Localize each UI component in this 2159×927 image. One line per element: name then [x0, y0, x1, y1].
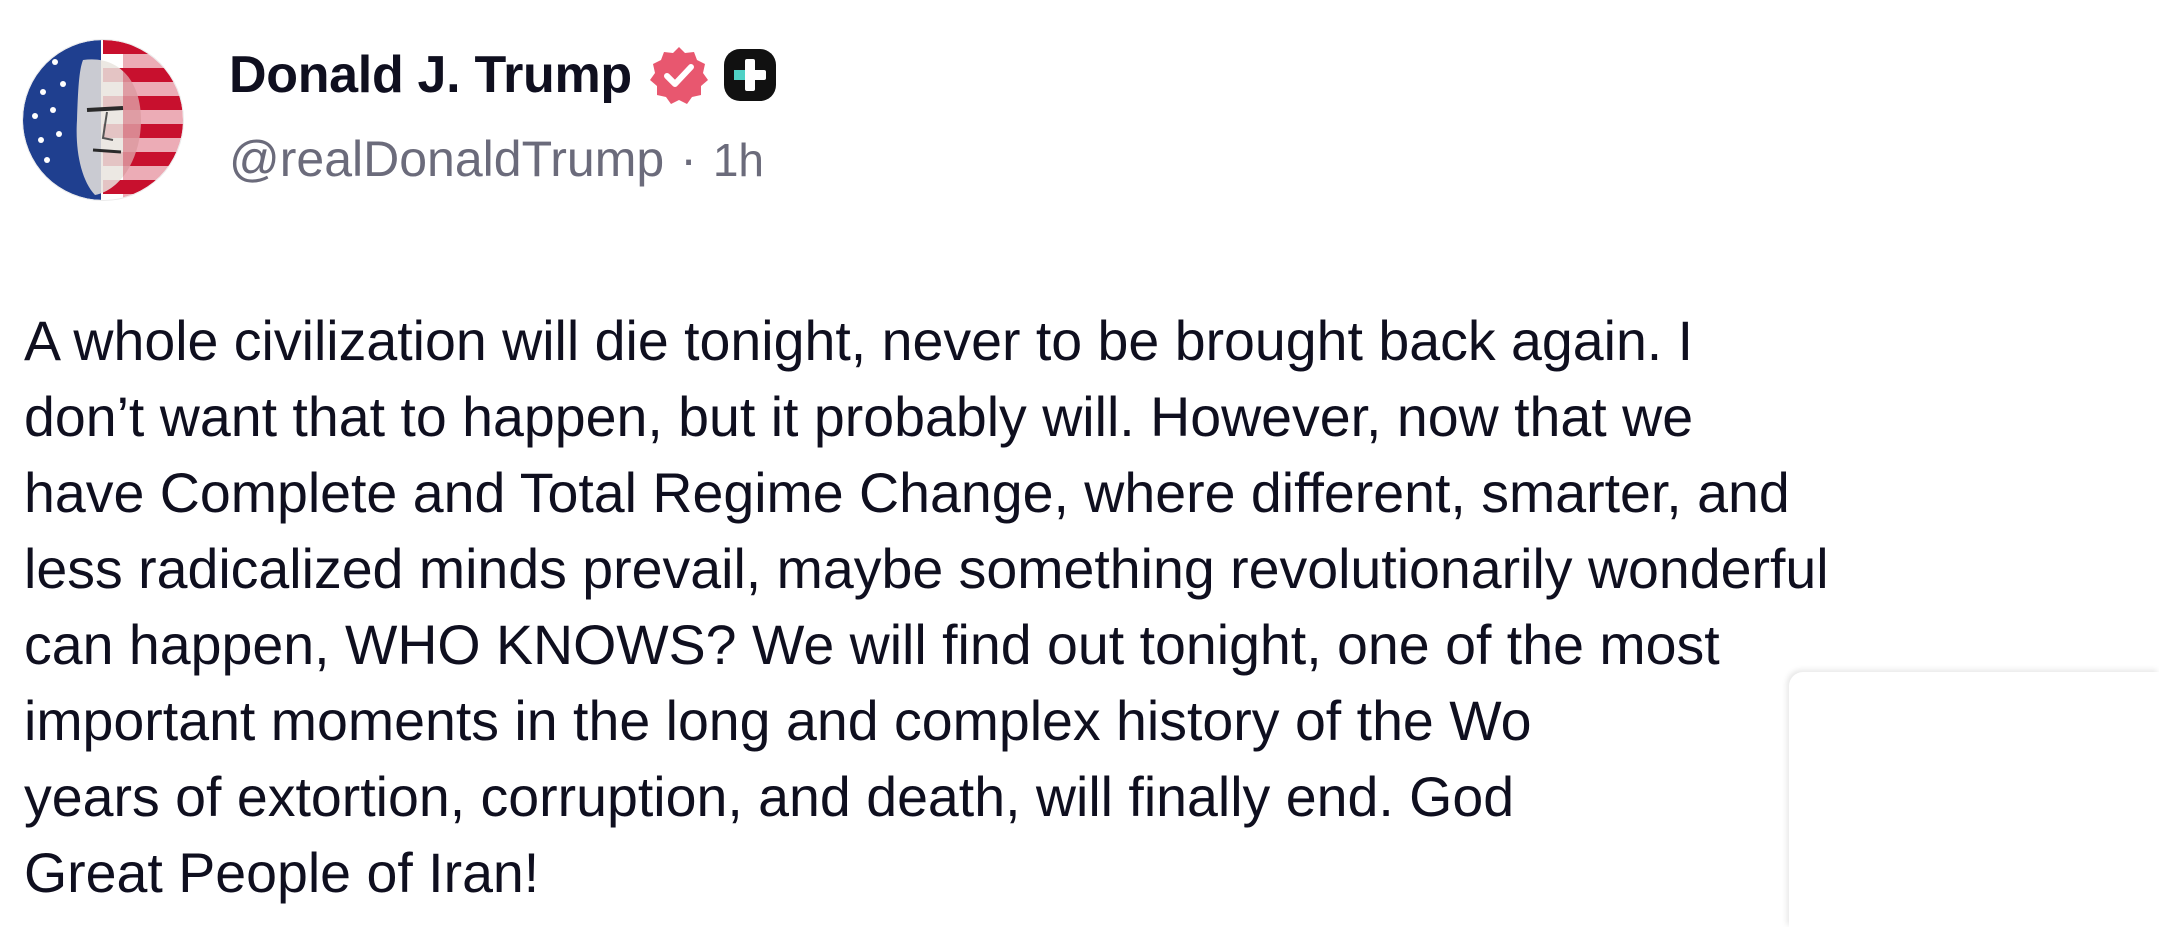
author-name-row: Donald J. Trump [229, 42, 778, 108]
author-meta-row: @realDonaldTrump · 1h [229, 130, 764, 188]
post-line: less radicalized minds prevail, maybe so… [24, 538, 1829, 600]
overlay-card [1789, 672, 2159, 927]
post-card: Donald J. Trump @realDonaldTrump · 1h A … [0, 0, 2159, 927]
post-header: Donald J. Trump @realDonaldTrump · 1h [229, 42, 778, 187]
author-handle[interactable]: @realDonaldTrump [229, 130, 664, 188]
verified-badge-icon [648, 44, 710, 106]
post-timestamp[interactable]: 1h [713, 133, 764, 187]
author-display-name[interactable]: Donald J. Trump [229, 45, 632, 105]
post-line: don’t want that to happen, but it probab… [24, 386, 1694, 448]
author-avatar[interactable] [23, 40, 183, 200]
post-line: have Complete and Total Regime Change, w… [24, 462, 1790, 524]
plus-badge-icon [722, 47, 778, 103]
flag-portrait-icon [23, 40, 183, 200]
post-line: A whole civilization will die tonight, n… [24, 310, 1694, 372]
meta-separator: · [680, 131, 697, 187]
